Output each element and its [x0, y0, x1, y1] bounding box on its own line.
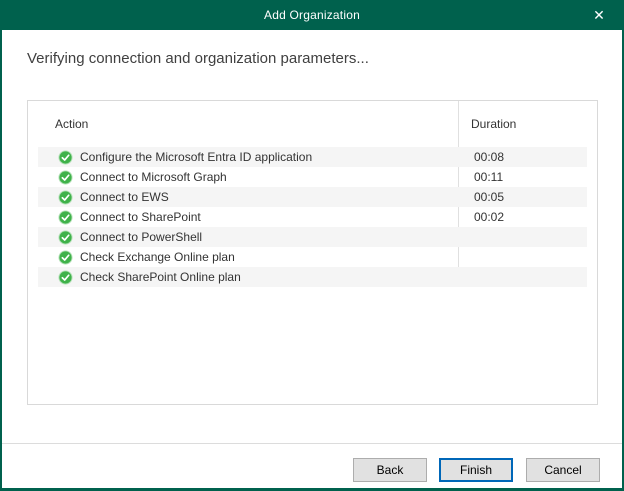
column-header-action: Action — [28, 117, 458, 131]
check-success-icon — [58, 230, 73, 245]
column-header-duration: Duration — [458, 101, 597, 147]
table-row: Check Exchange Online plan — [38, 247, 587, 267]
check-success-icon — [58, 170, 73, 185]
table-header: Action Duration — [28, 101, 597, 147]
table-row: Connect to SharePoint 00:02 — [38, 207, 587, 227]
titlebar[interactable]: Add Organization ✕ — [0, 0, 624, 30]
finish-button[interactable]: Finish — [439, 458, 513, 482]
duration-value: 00:05 — [458, 190, 587, 204]
action-label: Connect to Microsoft Graph — [80, 170, 227, 184]
check-success-icon — [58, 250, 73, 265]
action-label: Check SharePoint Online plan — [80, 270, 241, 284]
action-label: Connect to PowerShell — [80, 230, 202, 244]
action-label: Configure the Microsoft Entra ID applica… — [80, 150, 312, 164]
back-button[interactable]: Back — [353, 458, 427, 482]
page-title: Verifying connection and organization pa… — [27, 50, 369, 67]
window-title: Add Organization — [264, 8, 360, 22]
close-icon[interactable]: ✕ — [582, 0, 616, 30]
action-label: Connect to EWS — [80, 190, 169, 204]
check-success-icon — [58, 190, 73, 205]
check-success-icon — [58, 270, 73, 285]
table-rows: Configure the Microsoft Entra ID applica… — [28, 147, 597, 287]
add-organization-dialog: Add Organization ✕ Verifying connection … — [0, 0, 624, 491]
duration-value: 00:08 — [458, 150, 587, 164]
check-success-icon — [58, 150, 73, 165]
action-label: Check Exchange Online plan — [80, 250, 235, 264]
table-row: Connect to EWS 00:05 — [38, 187, 587, 207]
table-row: Connect to Microsoft Graph 00:11 — [38, 167, 587, 187]
duration-value: 00:02 — [458, 210, 587, 224]
verification-steps-table: Action Duration Configure the Microsoft … — [27, 100, 598, 405]
cancel-button[interactable]: Cancel — [526, 458, 600, 482]
check-success-icon — [58, 210, 73, 225]
action-label: Connect to SharePoint — [80, 210, 201, 224]
footer-divider — [2, 443, 622, 444]
duration-value: 00:11 — [458, 170, 587, 184]
table-row: Check SharePoint Online plan — [38, 267, 587, 287]
table-row: Connect to PowerShell — [38, 227, 587, 247]
table-row: Configure the Microsoft Entra ID applica… — [38, 147, 587, 167]
